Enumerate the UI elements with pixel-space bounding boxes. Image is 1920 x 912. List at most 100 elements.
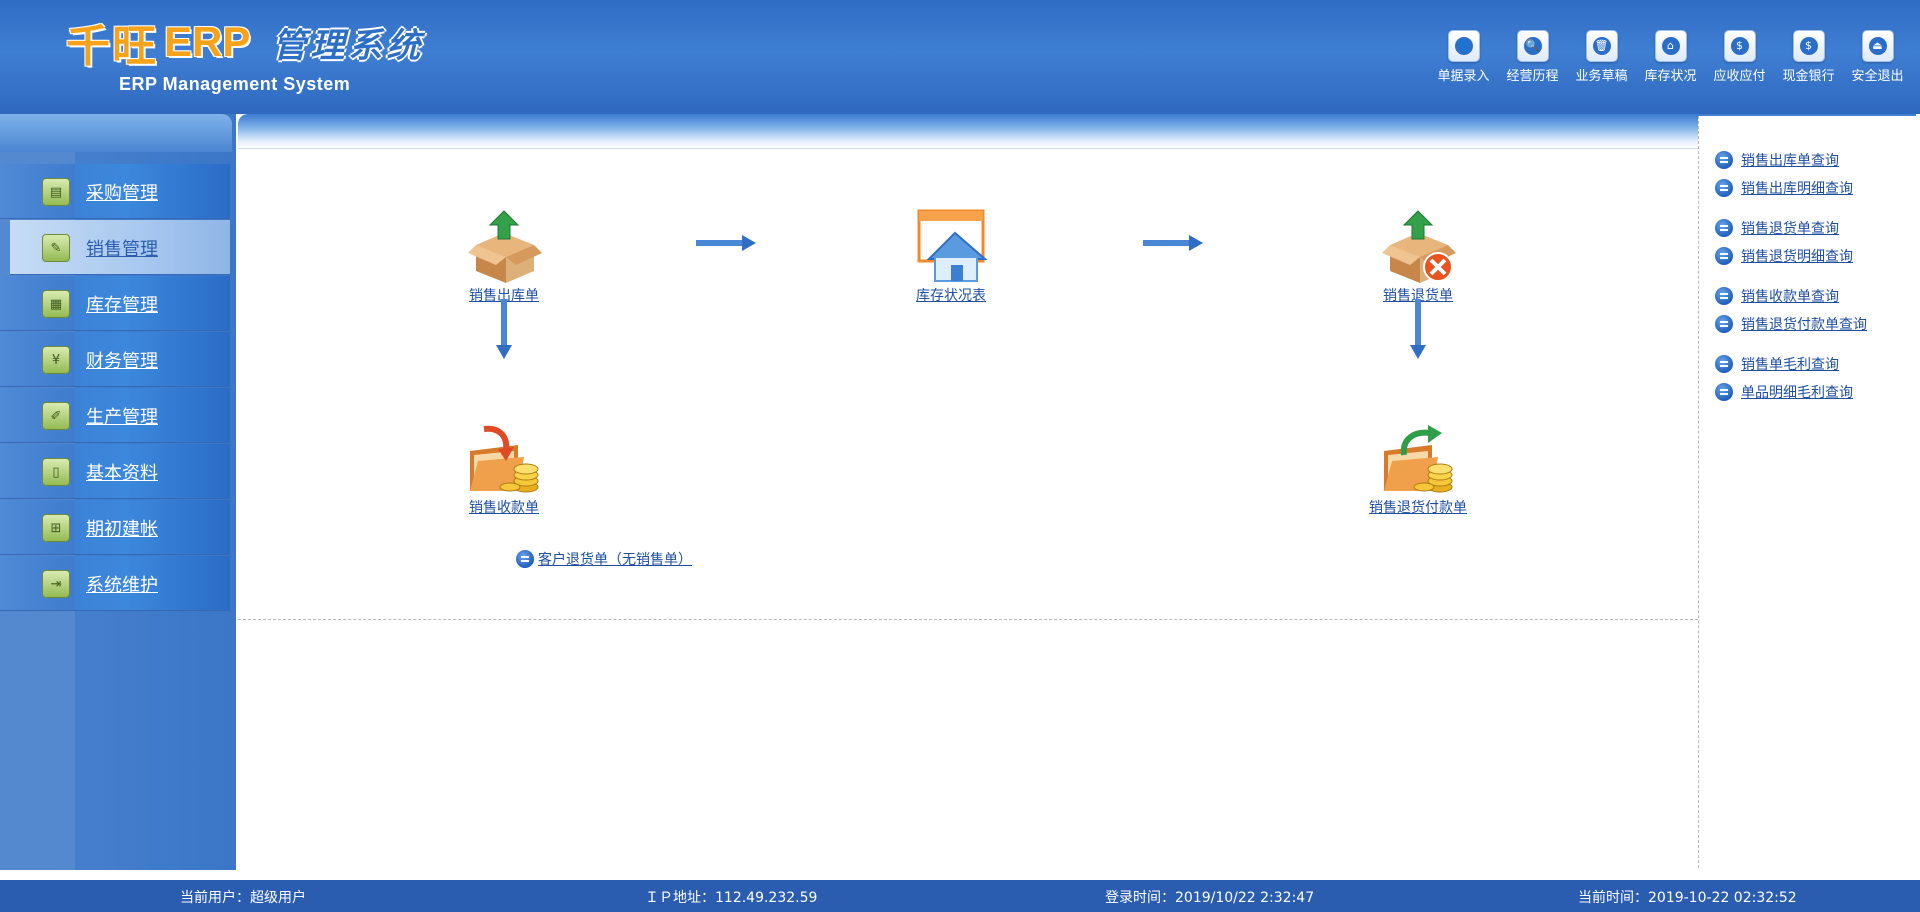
sales-icon: ✎ bbox=[42, 234, 70, 262]
status-bar: 当前用户：超级用户 ＩＰ地址：112.49.232.59 登录时间：2019/1… bbox=[0, 878, 1920, 912]
flow-sales-receipt[interactable]: 销售收款单 bbox=[434, 421, 574, 517]
trash-icon: 🗑 bbox=[1585, 30, 1618, 62]
top-nav-receivable-payable[interactable]: $ 应收应付 bbox=[1705, 30, 1774, 84]
house-window-icon bbox=[911, 209, 991, 285]
sidebar-item-inventory[interactable]: ▦ 库存管理 bbox=[0, 276, 230, 331]
folder-coins-out-icon bbox=[1378, 421, 1458, 497]
inventory-icon: ▦ bbox=[42, 290, 70, 318]
sidebar-item-maintenance[interactable]: ⇥ 系统维护 bbox=[0, 556, 230, 611]
sidebar-item-purchase[interactable]: ▤ 采购管理 bbox=[0, 164, 230, 219]
query-link-label: 销售单毛利查询 bbox=[1741, 357, 1839, 373]
user-icon: 👤 bbox=[1447, 30, 1480, 62]
flow-arrow-down-icon bbox=[496, 299, 512, 359]
list-bullet-icon bbox=[1715, 247, 1733, 265]
top-nav-logout[interactable]: ⏏ 安全退出 bbox=[1843, 30, 1912, 84]
query-link-sales-gross-profit[interactable]: 销售单毛利查询 bbox=[1715, 350, 1867, 378]
logo-erp: ERP bbox=[164, 18, 251, 65]
query-link-sales-return-detail[interactable]: 销售退货明细查询 bbox=[1715, 242, 1867, 270]
flow-arrow-right-icon bbox=[696, 235, 756, 251]
opening-account-icon: ⊞ bbox=[42, 514, 70, 542]
section-divider bbox=[238, 619, 1698, 620]
flow-sales-return[interactable]: 销售退货单 bbox=[1348, 209, 1488, 305]
customer-return-link[interactable]: 客户退货单（无销售单） bbox=[516, 545, 692, 573]
query-link-label: 销售退货单查询 bbox=[1741, 221, 1839, 237]
sidebar-item-label: 采购管理 bbox=[86, 183, 158, 204]
query-link-sales-receipt[interactable]: 销售收款单查询 bbox=[1715, 282, 1867, 310]
maintenance-icon: ⇥ bbox=[42, 570, 70, 598]
flow-label: 销售收款单 bbox=[469, 500, 539, 516]
list-bullet-icon bbox=[516, 550, 534, 568]
main-panel: 销售出库单 库存状况表 销售退货单 销售收款单 销售退货付款单 客户退货单（无销… bbox=[236, 114, 1920, 870]
list-bullet-icon bbox=[1715, 219, 1733, 237]
home-icon: ⌂ bbox=[1654, 30, 1687, 62]
query-link-label: 销售出库单查询 bbox=[1741, 153, 1839, 169]
sidebar-item-label: 销售管理 bbox=[86, 239, 158, 260]
purchase-icon: ▤ bbox=[42, 178, 70, 206]
query-link-sales-outbound[interactable]: 销售出库单查询 bbox=[1715, 146, 1867, 174]
list-bullet-icon bbox=[1715, 287, 1733, 305]
top-nav-label: 安全退出 bbox=[1851, 69, 1904, 84]
list-bullet-icon bbox=[1715, 315, 1733, 333]
logo-char: 千 bbox=[66, 21, 112, 72]
sidebar-item-production[interactable]: ✐ 生产管理 bbox=[0, 388, 230, 443]
list-bullet-icon bbox=[1715, 383, 1733, 401]
query-link-label: 单品明细毛利查询 bbox=[1741, 385, 1853, 401]
folder-coins-in-icon bbox=[464, 421, 544, 497]
dollar-icon: $ bbox=[1792, 30, 1825, 62]
box-cancel-icon bbox=[1378, 209, 1458, 285]
list-bullet-icon bbox=[1715, 355, 1733, 373]
flow-label: 销售退货付款单 bbox=[1369, 500, 1467, 516]
query-link-label: 销售退货付款单查询 bbox=[1741, 317, 1867, 333]
list-bullet-icon bbox=[1715, 151, 1733, 169]
main-header-bar bbox=[238, 114, 1916, 148]
query-group: 销售出库单查询 销售出库明细查询 bbox=[1715, 146, 1867, 202]
ip-address: ＩＰ地址：112.49.232.59 bbox=[645, 890, 818, 906]
current-time: 当前时间：2019-10-22 02:32:52 bbox=[1578, 890, 1797, 906]
top-nav-document-entry[interactable]: 👤 单据录入 bbox=[1429, 30, 1498, 84]
sidebar-item-finance[interactable]: ¥ 财务管理 bbox=[0, 332, 230, 387]
logo-system-text: 管理系统 bbox=[272, 25, 425, 66]
sidebar-item-sales[interactable]: ✎ 销售管理 bbox=[10, 220, 230, 275]
sidebar-item-label: 期初建帐 bbox=[86, 519, 158, 540]
query-group: 销售单毛利查询 单品明细毛利查询 bbox=[1715, 350, 1867, 406]
flow-label: 库存状况表 bbox=[916, 288, 986, 304]
query-link-item-gross-profit[interactable]: 单品明细毛利查询 bbox=[1715, 378, 1867, 406]
customer-return-label: 客户退货单（无销售单） bbox=[538, 552, 692, 568]
top-nav-inventory-status[interactable]: ⌂ 库存状况 bbox=[1636, 30, 1705, 84]
top-nav-label: 库存状况 bbox=[1644, 69, 1697, 84]
sidebar-item-label: 库存管理 bbox=[86, 295, 158, 316]
box-upload-icon bbox=[464, 209, 544, 285]
logo-char: 旺 bbox=[112, 21, 158, 72]
sidebar-item-label: 基本资料 bbox=[86, 463, 158, 484]
app-logo: 千 旺 ERP 管理系统 bbox=[66, 18, 425, 72]
sidebar-header-bar bbox=[0, 114, 232, 152]
flow-sales-return-payment[interactable]: 销售退货付款单 bbox=[1348, 421, 1488, 517]
top-nav-business-history[interactable]: 🔍 经营历程 bbox=[1498, 30, 1567, 84]
sidebar-item-label: 系统维护 bbox=[86, 575, 158, 596]
flow-sales-outbound[interactable]: 销售出库单 bbox=[434, 209, 574, 305]
app-header: 千 旺 ERP 管理系统 ERP Management System 👤 单据录… bbox=[0, 0, 1920, 114]
top-nav-label: 业务草稿 bbox=[1575, 69, 1628, 84]
top-nav-label: 单据录入 bbox=[1437, 69, 1490, 84]
query-links-panel: 销售出库单查询 销售出库明细查询 销售退货单查询 销售退货明细查询 销售收款单查… bbox=[1698, 116, 1920, 868]
flow-area: 销售出库单 库存状况表 销售退货单 销售收款单 销售退货付款单 客户退货单（无销… bbox=[238, 148, 1698, 867]
sidebar-item-opening-account[interactable]: ⊞ 期初建帐 bbox=[0, 500, 230, 555]
query-group: 销售退货单查询 销售退货明细查询 bbox=[1715, 214, 1867, 270]
query-link-sales-return-payment[interactable]: 销售退货付款单查询 bbox=[1715, 310, 1867, 338]
sidebar: ▤ 采购管理 ✎ 销售管理 ▦ 库存管理 ¥ 财务管理 ✐ 生产管理 ▯ 基本资… bbox=[0, 114, 236, 870]
sidebar-menu: ▤ 采购管理 ✎ 销售管理 ▦ 库存管理 ¥ 财务管理 ✐ 生产管理 ▯ 基本资… bbox=[0, 164, 230, 612]
flow-arrow-right-icon bbox=[1143, 235, 1203, 251]
flow-inventory-status[interactable]: 库存状况表 bbox=[881, 209, 1021, 305]
production-icon: ✐ bbox=[42, 402, 70, 430]
query-link-sales-return[interactable]: 销售退货单查询 bbox=[1715, 214, 1867, 242]
top-nav-label: 现金银行 bbox=[1782, 69, 1835, 84]
query-link-sales-outbound-detail[interactable]: 销售出库明细查询 bbox=[1715, 174, 1867, 202]
query-link-label: 销售退货明细查询 bbox=[1741, 249, 1853, 265]
top-nav-label: 应收应付 bbox=[1713, 69, 1766, 84]
login-time: 登录时间：2019/10/22 2:32:47 bbox=[1105, 890, 1315, 906]
flow-arrow-down-icon bbox=[1410, 299, 1426, 359]
query-group: 销售收款单查询 销售退货付款单查询 bbox=[1715, 282, 1867, 338]
top-nav-cash-bank[interactable]: $ 现金银行 bbox=[1774, 30, 1843, 84]
sidebar-item-basic-data[interactable]: ▯ 基本资料 bbox=[0, 444, 230, 499]
top-nav-drafts[interactable]: 🗑 业务草稿 bbox=[1567, 30, 1636, 84]
